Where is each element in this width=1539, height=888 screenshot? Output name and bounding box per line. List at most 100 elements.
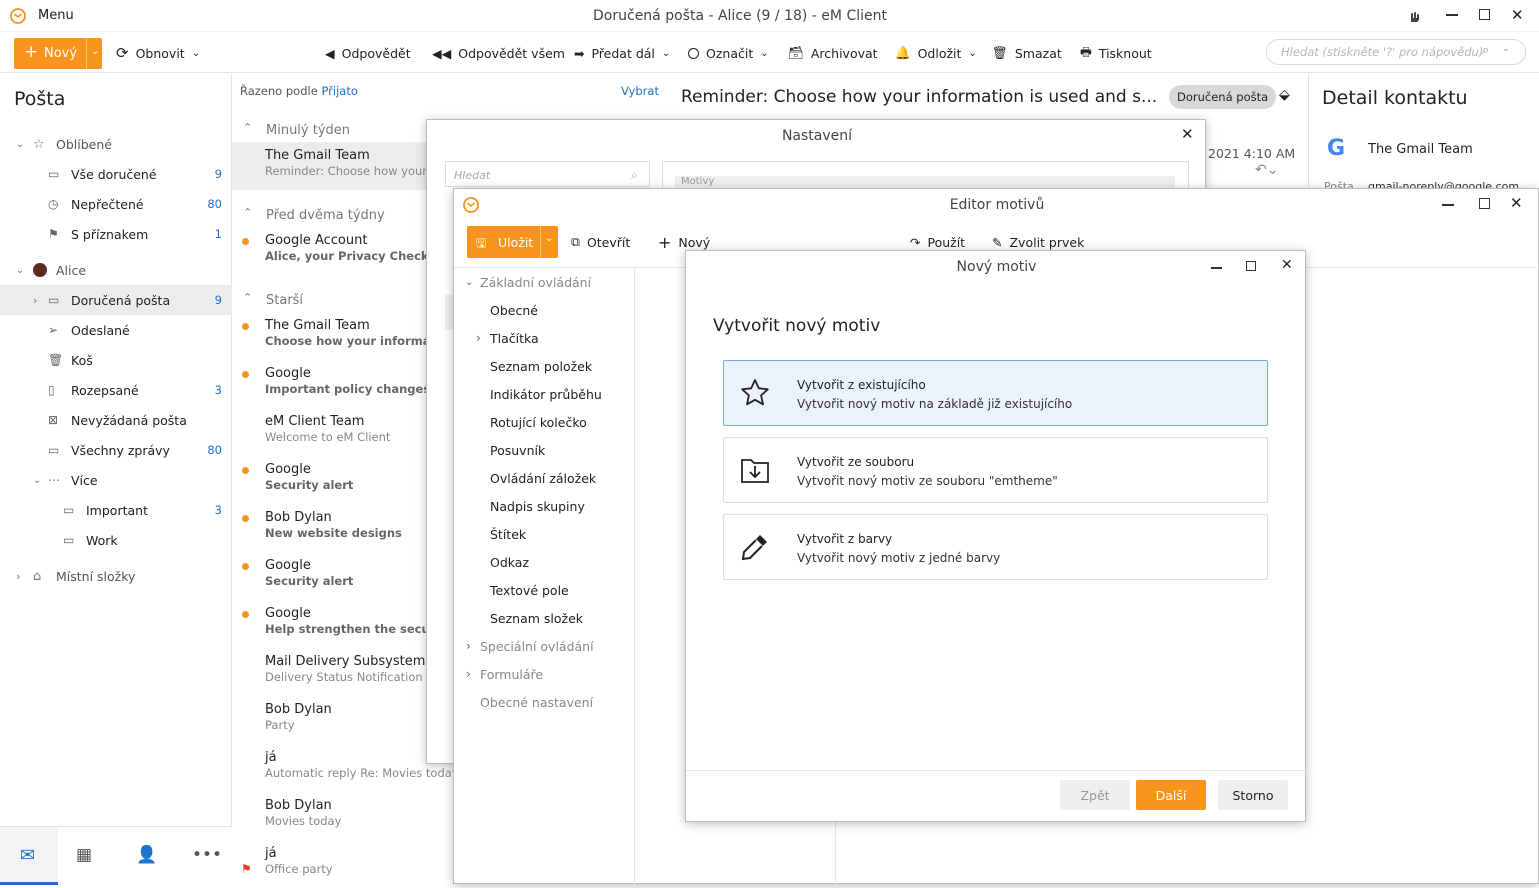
print-button[interactable]: 🖶 Tisknout xyxy=(1080,33,1152,73)
chevron-right-icon[interactable]: › xyxy=(476,331,481,345)
message-item[interactable]: Google Security alert xyxy=(232,456,442,504)
message-subject-preview: Important policy changes for xyxy=(265,382,453,396)
flag-icon[interactable]: ⚑ xyxy=(241,862,252,876)
contacts-icon[interactable]: 👤 xyxy=(136,845,157,865)
sidebar-item-flag[interactable]: ⚑ S příznakem 1 xyxy=(0,219,232,249)
maximize-icon[interactable] xyxy=(1246,261,1256,271)
chevron-right-icon[interactable]: › xyxy=(466,639,471,653)
minimize-icon[interactable] xyxy=(1211,267,1222,269)
theme-tree-item[interactable]: › Formuláře xyxy=(454,660,634,688)
snooze-button[interactable]: 🔔 Odložit ⌄ xyxy=(895,33,977,73)
message-item[interactable]: Google Important policy changes for xyxy=(232,360,453,408)
message-group-header[interactable]: ⌃ Před dvěma týdny xyxy=(232,204,442,228)
account-group[interactable]: ⌄ Alice xyxy=(0,255,232,285)
message-item[interactable]: Mail Delivery Subsystem Delivery Status N… xyxy=(232,648,443,696)
theme-tree-item[interactable]: Seznam složek xyxy=(454,604,634,632)
close-icon[interactable]: ✕ xyxy=(1281,257,1293,273)
theme-tree-item[interactable]: Posuvník xyxy=(454,436,634,464)
chevron-down-icon[interactable]: ⌄ xyxy=(91,46,99,57)
sidebar-item-folder[interactable]: ▯ Rozepsané 3 xyxy=(0,375,232,405)
new-button[interactable]: + Nový ⌄ xyxy=(14,38,102,69)
sidebar-item-inbox[interactable]: ▭ Vše doručené 9 xyxy=(0,159,232,189)
chevron-right-icon[interactable]: › xyxy=(466,667,471,681)
chevron-down-icon[interactable]: ⌄ xyxy=(1502,44,1510,54)
theme-tree-item[interactable]: Obecné xyxy=(454,296,634,324)
maximize-icon[interactable] xyxy=(1479,9,1490,20)
cancel-button[interactable]: Storno xyxy=(1218,780,1288,810)
message-item[interactable]: Google Security alert xyxy=(232,552,442,600)
refresh-button[interactable]: ⟳ Obnovit ⌄ xyxy=(116,33,200,73)
delete-button[interactable]: 🗑 Smazat xyxy=(992,33,1062,73)
sidebar-item-folder[interactable]: › ▭ Doručená pošta 9 xyxy=(0,285,232,315)
theme-tree-item[interactable]: Štítek xyxy=(454,520,634,548)
chevron-down-icon[interactable]: ⌄ xyxy=(545,233,553,244)
theme-tree-item[interactable]: Ovládání záložek xyxy=(454,464,634,492)
message-item[interactable]: Bob Dylan New website designs xyxy=(232,504,442,552)
message-item[interactable]: Bob Dylan Party xyxy=(232,696,442,744)
message-group-header[interactable]: ⌃ Minulý týden xyxy=(232,119,442,143)
open-button[interactable]: ⧉ Otevřít xyxy=(571,222,630,262)
sidebar-item-subfolder[interactable]: ▭ Important 3 xyxy=(0,495,232,525)
message-item[interactable]: Google Account Alice, your Privacy Checku… xyxy=(232,227,457,275)
touch-mode-icon[interactable] xyxy=(1405,8,1421,24)
sort-field-link[interactable]: Přijato xyxy=(321,84,357,98)
archive-button[interactable]: 🗃 Archivovat xyxy=(788,33,878,73)
theme-tree-item[interactable]: ⌄ Základní ovládání xyxy=(454,268,634,296)
sidebar-item-folder[interactable]: ➢ Odeslané xyxy=(0,315,232,345)
sidebar-item-folder[interactable]: ⊠ Nevyžádaná pošta xyxy=(0,405,232,435)
calendar-icon[interactable]: ▦ xyxy=(76,845,92,865)
forward-button[interactable]: ➡ Předat dál ⌄ xyxy=(574,33,670,73)
close-icon[interactable]: ✕ xyxy=(1511,6,1524,24)
message-item[interactable]: já Automatic reply Re: Movies today xyxy=(232,744,459,792)
message-item[interactable]: The Gmail Team Choose how your informatio… xyxy=(232,312,456,360)
chevron-right-icon[interactable]: › xyxy=(33,294,37,307)
local-folders-group[interactable]: › ⌂ Místní složky xyxy=(0,561,232,591)
more-icon[interactable]: ••• xyxy=(192,845,222,865)
chevron-down-icon[interactable]: ⌄ xyxy=(33,475,41,486)
theme-tree-item[interactable]: › Speciální ovládání xyxy=(454,632,634,660)
save-button[interactable]: 🖫 Uložit ⌄ xyxy=(467,226,558,258)
option-from-file[interactable]: Vytvořit ze souboru Vytvořit nový motiv … xyxy=(723,437,1268,503)
maximize-icon[interactable] xyxy=(1479,198,1490,209)
reply-button[interactable]: ◀ Odpovědět xyxy=(325,33,411,73)
message-item[interactable]: eM Client Team Welcome to eM Client xyxy=(232,408,442,456)
reply-icon[interactable]: ↶⌄ xyxy=(1255,162,1278,178)
message-item[interactable]: Google Help strengthen the security xyxy=(232,600,452,648)
theme-tree-item[interactable]: Indikátor průběhu xyxy=(454,380,634,408)
close-icon[interactable]: ✕ xyxy=(1181,125,1194,143)
reply-all-button[interactable]: ◀◀ Odpovědět všem xyxy=(432,33,565,73)
next-button[interactable]: Další xyxy=(1136,780,1206,810)
message-item[interactable]: ⚑ já Office party xyxy=(232,840,442,888)
favorites-group[interactable]: ⌄ ☆ Oblíbené xyxy=(0,129,232,159)
theme-tree-item[interactable]: Textové pole xyxy=(454,576,634,604)
back-button[interactable]: Zpět xyxy=(1060,780,1130,810)
message-item[interactable]: The Gmail Team Reminder: Choose how your … xyxy=(232,142,442,190)
theme-tree-item[interactable]: Nadpis skupiny xyxy=(454,492,634,520)
minimize-icon[interactable] xyxy=(1442,204,1454,206)
theme-tree-item[interactable]: › Tlačítka xyxy=(454,324,634,352)
close-icon[interactable]: ✕ xyxy=(1510,194,1523,212)
theme-tree-item[interactable]: Seznam položek xyxy=(454,352,634,380)
folder-badge[interactable]: Doručená pošta xyxy=(1169,85,1277,109)
sidebar-item-folder[interactable]: ▭ Všechny zprávy 80 xyxy=(0,435,232,465)
sidebar-item-subfolder[interactable]: ▭ Work xyxy=(0,525,232,555)
message-item[interactable]: Bob Dylan Movies today xyxy=(232,792,442,840)
theme-tree-item[interactable]: Rotující kolečko xyxy=(454,408,634,436)
theme-tree-item[interactable]: Odkaz xyxy=(454,548,634,576)
option-from-color[interactable]: Vytvořit z barvy Vytvořit nový motiv z j… xyxy=(723,514,1268,580)
sidebar-item-folder[interactable]: 🗑 Koš xyxy=(0,345,232,375)
message-group-header[interactable]: ⌃ Starší xyxy=(232,289,442,313)
message-sender: Bob Dylan xyxy=(265,798,332,813)
sidebar-item-label: Nepřečtené xyxy=(71,196,144,212)
minimize-icon[interactable] xyxy=(1446,14,1458,16)
mail-module-button[interactable]: ✉ xyxy=(0,827,58,885)
sidebar-item-clock[interactable]: ◷ Nepřečtené 80 xyxy=(0,189,232,219)
settings-search-input[interactable]: Hledat xyxy=(445,161,650,187)
mark-button[interactable]: Označit ⌄ xyxy=(688,33,769,73)
chevron-down-icon[interactable]: ⌄ xyxy=(465,277,473,288)
theme-tree-item[interactable]: Obecné nastavení xyxy=(454,688,634,716)
option-from-existing[interactable]: Vytvořit z existujícího Vytvořit nový mo… xyxy=(723,360,1268,426)
select-link[interactable]: Vybrat xyxy=(621,84,659,98)
sidebar-item-folder[interactable]: ⌄ ⋯ Více xyxy=(0,465,232,495)
tag-icon[interactable]: ⬙ xyxy=(1279,87,1290,103)
